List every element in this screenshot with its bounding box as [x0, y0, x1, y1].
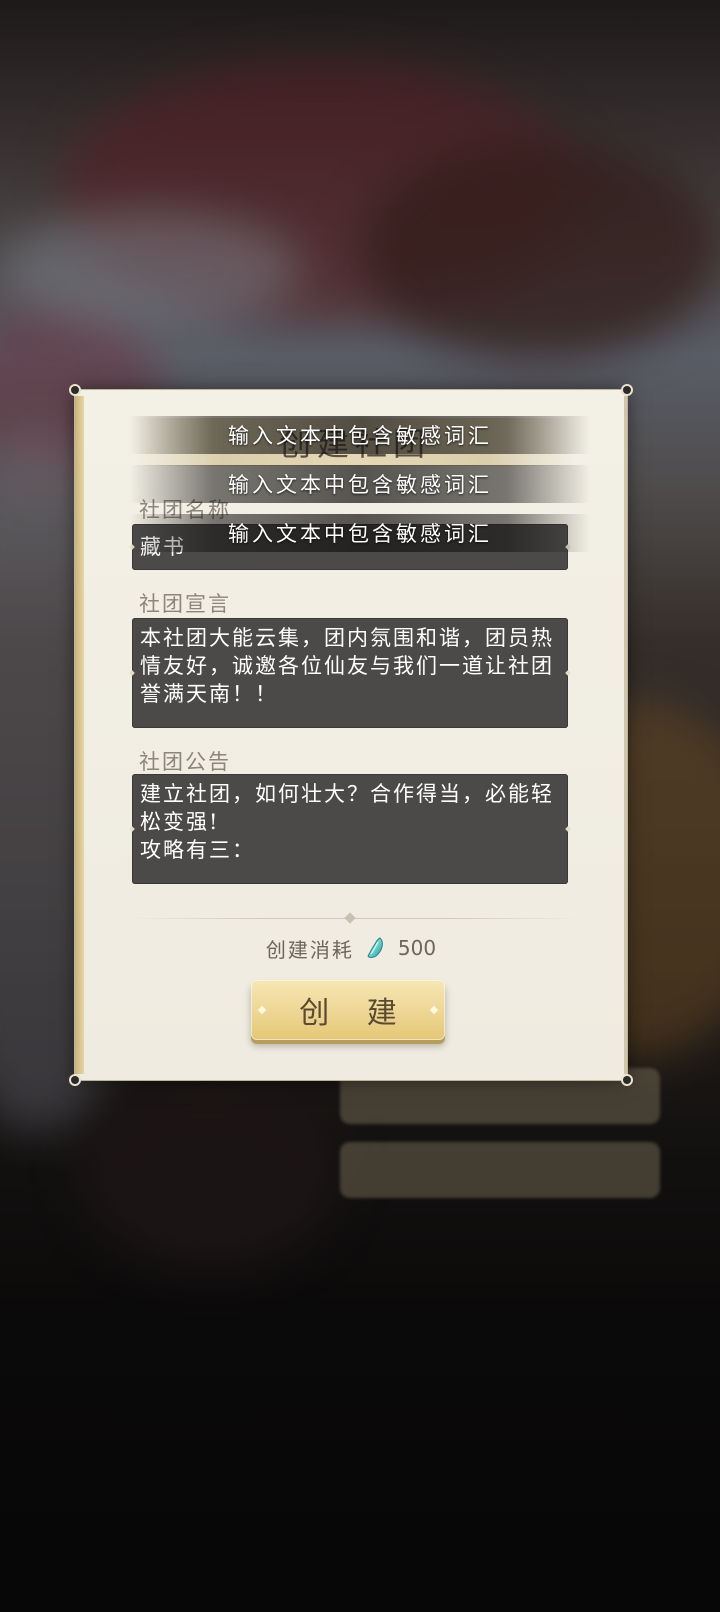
error-toast: 输入文本中包含敏感词汇	[130, 514, 590, 552]
error-toast: 输入文本中包含敏感词汇	[130, 465, 590, 503]
create-button[interactable]: 创 建	[251, 980, 445, 1040]
club-manifesto-input[interactable]: 本社团大能云集，团内氛围和谐，团员热情友好，诚邀各位仙友与我们一道让社团誉满天南…	[132, 618, 568, 728]
spirit-jade-icon	[367, 937, 383, 958]
error-toast: 输入文本中包含敏感词汇	[130, 416, 590, 454]
error-toast-text: 输入文本中包含敏感词汇	[228, 424, 492, 448]
club-manifesto-label: 社团宣言	[139, 592, 231, 616]
club-notice-input[interactable]: 建立社团，如何壮大？合作得当，必能轻松变强! 攻略有三：	[132, 774, 568, 884]
club-notice-label: 社团公告	[139, 750, 231, 774]
cost-label: 创建消耗	[265, 937, 354, 962]
error-toast-text: 输入文本中包含敏感词汇	[228, 473, 492, 497]
create-button-label: 创 建	[299, 996, 411, 1031]
error-toast-text: 输入文本中包含敏感词汇	[228, 522, 492, 546]
corner-rivet	[69, 384, 81, 396]
corner-rivet	[621, 384, 633, 396]
club-notice-line: 建立社团，如何壮大？合作得当，必能轻松变强!	[140, 782, 554, 834]
corner-rivet	[69, 1074, 81, 1086]
club-manifesto-value: 本社团大能云集，团内氛围和谐，团员热情友好，诚邀各位仙友与我们一道让社团誉满天南…	[140, 626, 554, 706]
corner-rivet	[621, 1074, 633, 1086]
background-button-2	[340, 1142, 660, 1198]
creation-cost: 创建消耗 500	[75, 930, 627, 966]
cost-value: 500	[397, 936, 437, 960]
club-notice-line: 攻略有三：	[140, 838, 255, 862]
divider-ornament	[344, 912, 356, 924]
